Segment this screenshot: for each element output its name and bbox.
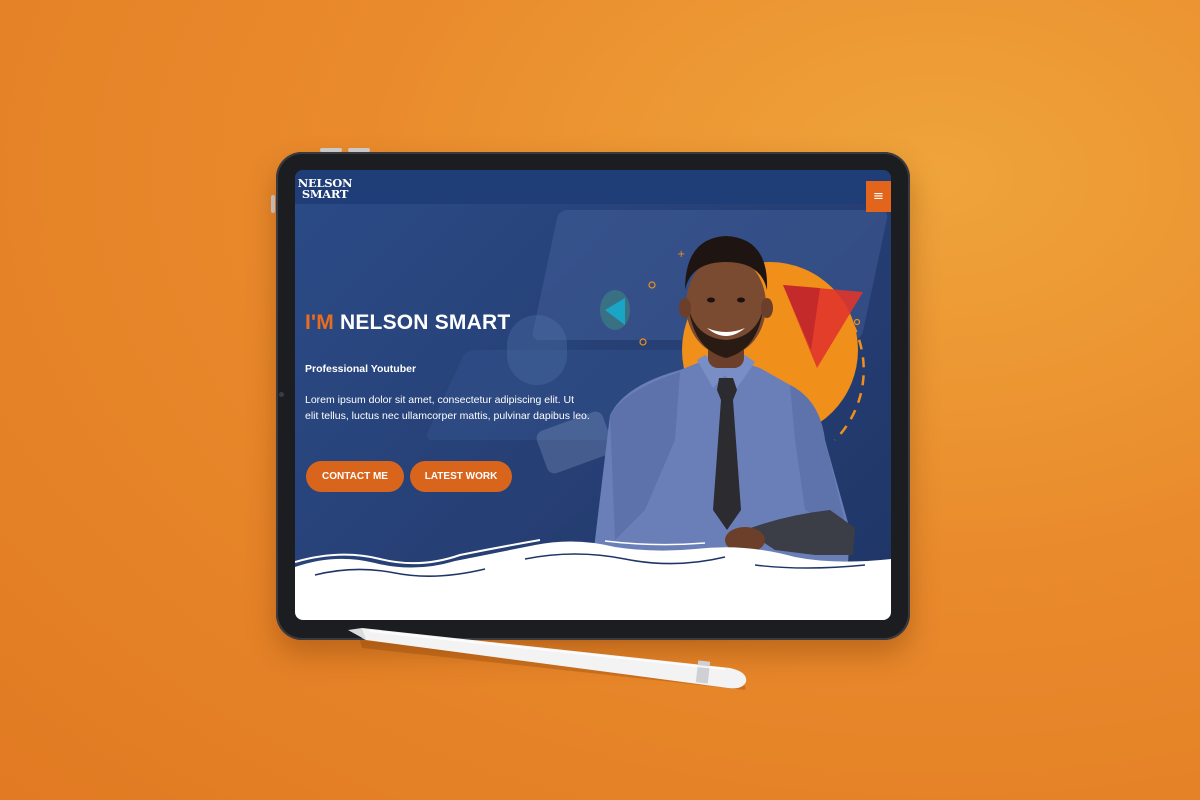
hero-description: Lorem ipsum dolor sit amet, consectetur … xyxy=(305,394,590,422)
wave-stroke xyxy=(604,540,706,546)
hamburger-menu-button[interactable]: ≡ xyxy=(866,181,891,212)
ear xyxy=(761,298,773,318)
latest-work-button[interactable]: LATEST WORK xyxy=(410,461,512,492)
wave-divider xyxy=(295,539,891,620)
deco-dot xyxy=(648,281,656,289)
deco-dot xyxy=(639,338,647,346)
tablet-screen: NELSON SMART ≡ + + I'M NELSON SMART Prof… xyxy=(295,170,891,620)
hero-subtitle: Professional Youtuber xyxy=(305,363,417,375)
hero-title-name: NELSON SMART xyxy=(339,311,511,334)
logo-line-2: SMART xyxy=(301,187,349,201)
camera-dot xyxy=(279,392,284,397)
eye xyxy=(707,297,715,303)
pencil-band xyxy=(695,660,711,684)
hero-title: I'M NELSON SMART xyxy=(305,311,510,335)
deco-dot xyxy=(853,318,861,326)
hamburger-menu-icon: ≡ xyxy=(873,189,884,204)
site-logo[interactable]: NELSON SMART xyxy=(297,177,353,201)
ear xyxy=(679,298,691,318)
contact-me-button[interactable]: CONTACT ME xyxy=(306,461,404,492)
mockup-scene: NELSON SMART ≡ + + I'M NELSON SMART Prof… xyxy=(0,0,1200,800)
stylus-pencil xyxy=(348,628,747,690)
blue-triangle xyxy=(605,298,625,325)
power-button xyxy=(271,195,275,213)
wave-fill xyxy=(295,541,891,620)
deco-plus: + xyxy=(843,358,851,369)
top-navbar: NELSON SMART xyxy=(295,170,891,204)
eye xyxy=(737,297,745,303)
hero-title-prefix: I'M xyxy=(305,311,334,334)
background-cup xyxy=(507,315,567,385)
deco-plus: + xyxy=(677,249,685,260)
